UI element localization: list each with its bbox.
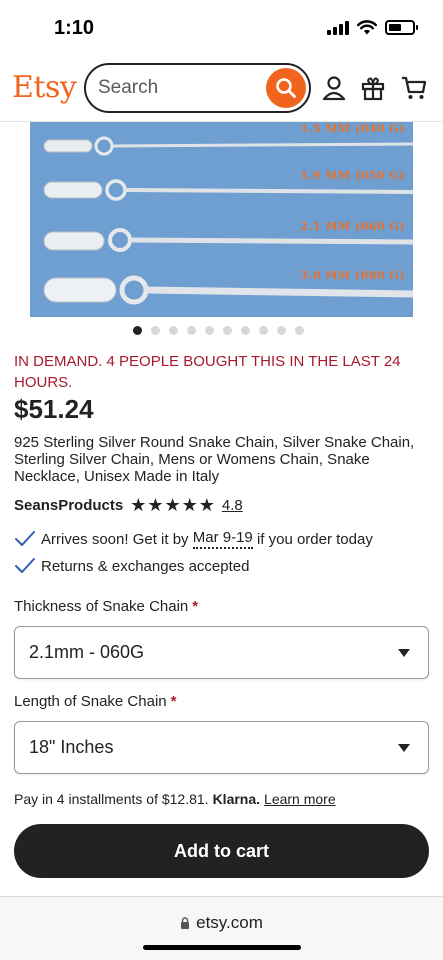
url-text: etsy.com — [196, 913, 263, 932]
lock-icon — [181, 917, 190, 929]
arrival-suffix: if you order today — [256, 530, 373, 548]
cart-icon — [402, 76, 427, 99]
required-marker: * — [192, 598, 199, 615]
carousel-dot[interactable] — [169, 326, 178, 335]
star-icon: ★ — [164, 495, 181, 515]
length-label: Length of Snake Chain * — [14, 693, 176, 710]
thickness-label-text: Thickness of Snake Chain — [14, 598, 189, 615]
user-icon — [322, 76, 346, 101]
chain-size-label: 2.1 MM (060 G) — [300, 220, 405, 233]
etsy-logo[interactable]: Etsy — [12, 70, 77, 105]
star-icon: ★ — [130, 495, 147, 515]
length-value: 18" Inches — [29, 737, 114, 757]
star-icon: ★ — [198, 495, 215, 515]
star-rating: ★ ★ ★ ★ ★ — [130, 496, 215, 514]
klarna-row: Pay in 4 installments of $12.81. Klarna.… — [14, 791, 336, 807]
chain-size-label: 1.5 MM (040 G) — [300, 122, 405, 135]
caret-down-icon — [398, 744, 410, 752]
chain-size-label: 3.0 MM (080 G) — [300, 269, 405, 282]
status-time: 1:10 — [54, 17, 95, 39]
star-icon: ★ — [147, 495, 164, 515]
length-select[interactable]: 18" Inches — [14, 721, 429, 774]
gift-button[interactable] — [357, 72, 389, 104]
checkmark-icon — [15, 531, 35, 546]
search-input[interactable] — [98, 75, 258, 101]
length-label-text: Length of Snake Chain — [14, 693, 167, 710]
chain-size-label: 1.9 MM (050 G) — [300, 169, 405, 182]
required-marker: * — [170, 693, 177, 710]
price: $51.24 — [14, 394, 94, 424]
shop-row: SeansProducts ★ ★ ★ ★ ★ 4.8 — [14, 495, 243, 515]
installments-text: Pay in 4 installments of $12.81. — [14, 791, 209, 807]
search-bar[interactable] — [84, 63, 311, 113]
carousel-dot[interactable] — [133, 326, 142, 335]
shop-name-link[interactable]: SeansProducts — [14, 497, 123, 514]
battery-icon — [385, 20, 418, 35]
status-icons — [327, 20, 418, 35]
thickness-label: Thickness of Snake Chain * — [14, 598, 198, 615]
star-icon: ★ — [181, 495, 198, 515]
carousel-dot[interactable] — [241, 326, 250, 335]
thickness-select[interactable]: 2.1mm - 060G — [14, 626, 429, 679]
checkmark-icon — [15, 558, 35, 573]
account-button[interactable] — [318, 72, 350, 104]
search-icon — [276, 78, 296, 98]
gift-icon — [361, 77, 385, 101]
carousel-dot[interactable] — [151, 326, 160, 335]
site-header: Etsy — [0, 56, 443, 122]
caret-down-icon — [398, 649, 410, 657]
wifi-icon — [357, 20, 377, 35]
carousel-dot[interactable] — [205, 326, 214, 335]
carousel-dots[interactable] — [133, 326, 304, 335]
product-image[interactable]: 1.5 MM (040 G) 1.9 MM (050 G) 2.1 MM (06… — [30, 122, 413, 317]
cart-button[interactable] — [398, 72, 430, 104]
returns-text: Returns & exchanges accepted — [41, 557, 250, 575]
demand-notice: IN DEMAND. 4 PEOPLE BOUGHT THIS IN THE L… — [14, 353, 401, 391]
cellular-signal-icon — [327, 20, 349, 35]
product-title: 925 Sterling Silver Round Snake Chain, S… — [14, 434, 415, 485]
carousel-dot[interactable] — [187, 326, 196, 335]
carousel-dot[interactable] — [259, 326, 268, 335]
add-to-cart-button[interactable]: Add to cart — [14, 824, 429, 878]
carousel-dot[interactable] — [295, 326, 304, 335]
url-display: etsy.com — [0, 913, 443, 933]
rating-link[interactable]: 4.8 — [222, 497, 243, 514]
returns-row: Returns & exchanges accepted — [14, 557, 249, 575]
browser-address-bar[interactable]: etsy.com — [0, 896, 443, 960]
carousel-dot[interactable] — [223, 326, 232, 335]
learn-more-link[interactable]: Learn more — [264, 791, 336, 807]
carousel-dot[interactable] — [277, 326, 286, 335]
home-indicator — [143, 945, 301, 950]
search-button[interactable] — [266, 68, 306, 108]
arrival-row: Arrives soon! Get it by Mar 9-19 if you … — [14, 529, 373, 549]
arrival-dates[interactable]: Mar 9-19 — [192, 529, 253, 549]
arrival-prefix: Arrives soon! Get it by — [41, 530, 189, 548]
thickness-value: 2.1mm - 060G — [29, 642, 145, 662]
status-bar: 1:10 — [0, 0, 443, 56]
klarna-logo: Klarna. — [212, 791, 261, 807]
